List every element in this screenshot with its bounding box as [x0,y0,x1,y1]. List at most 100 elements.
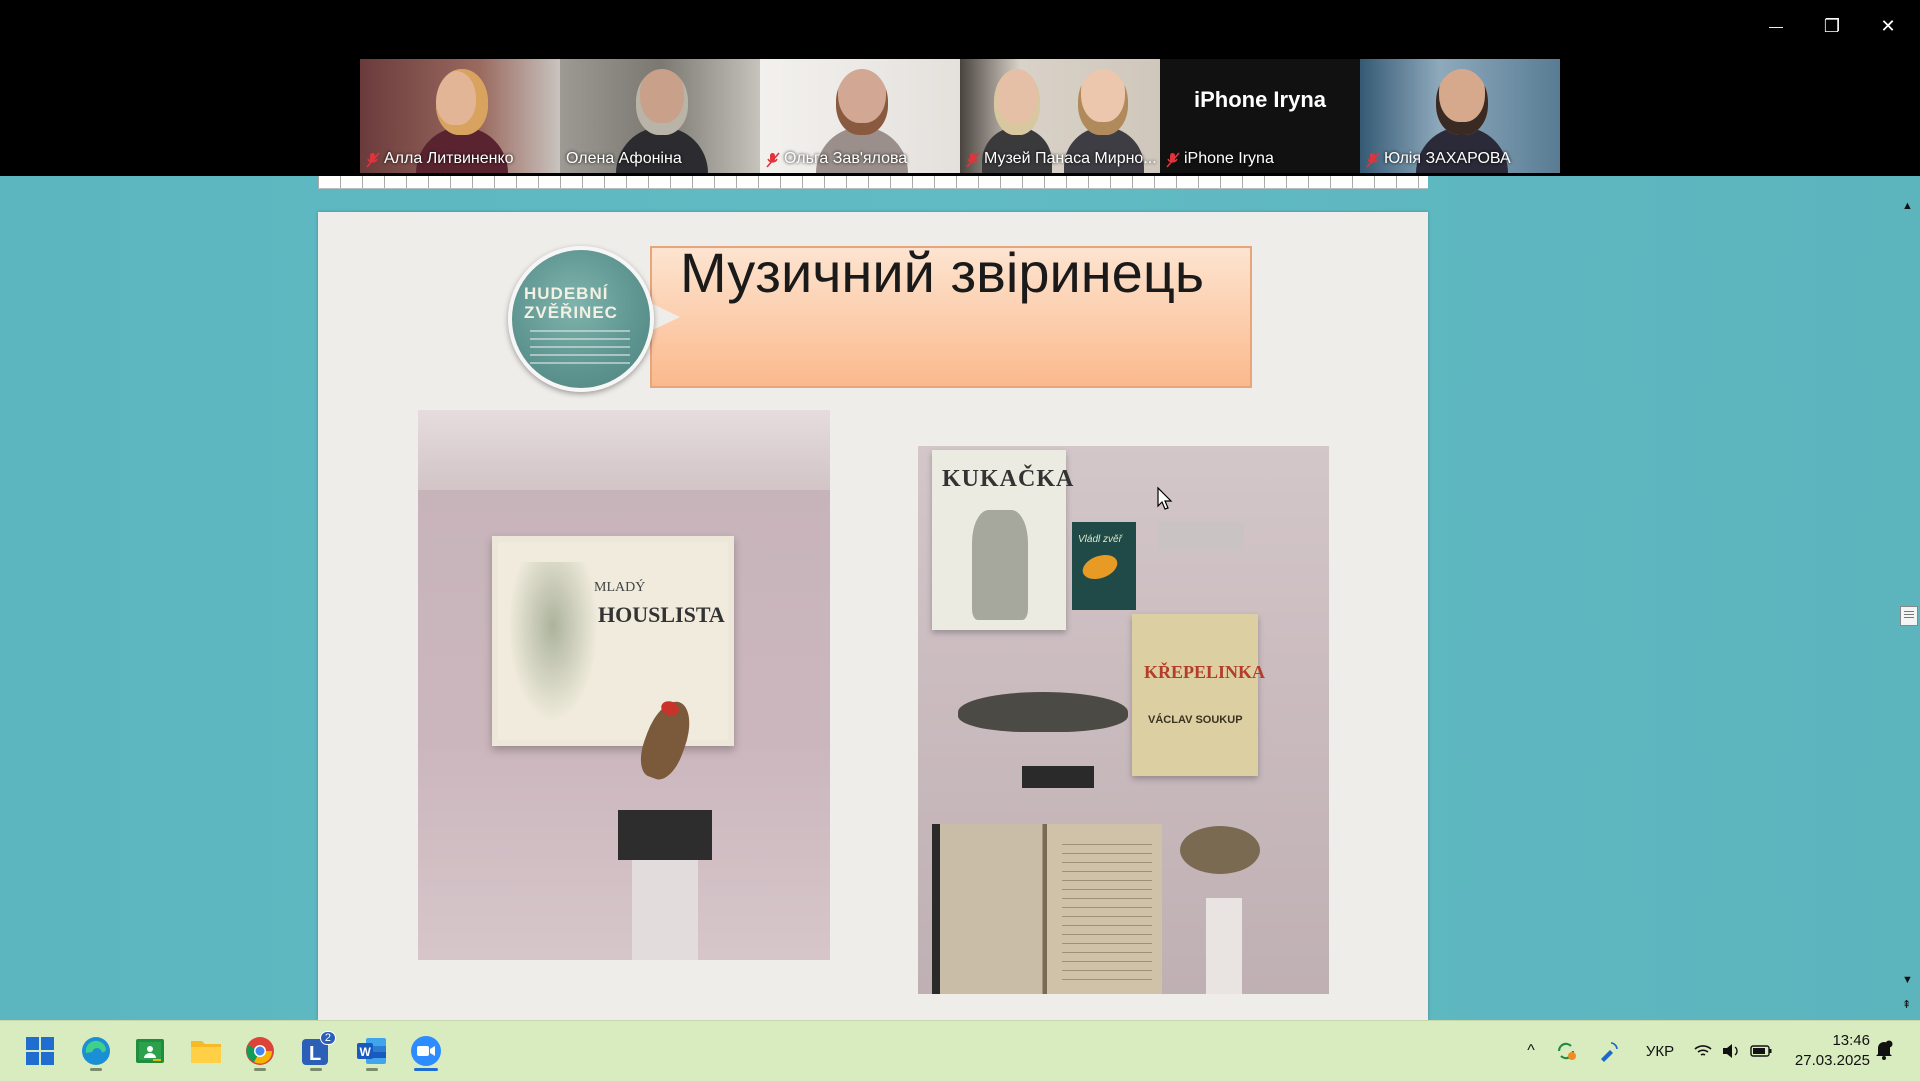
edge-icon [82,1037,110,1065]
cuckoo-specimen [958,692,1128,732]
participant-tile[interactable]: Ольга Зав'ялова [760,59,960,173]
participant-tile[interactable]: Юлія ЗАХАРОВА [1360,59,1560,173]
participant-name: Алла Литвиненко [384,150,514,167]
participant-gallery: Алла Литвиненко Олена Афоніна Ольга Зав'… [360,59,1560,173]
kukacka-poster: KUKAČKA [932,450,1073,630]
chrome-icon [246,1037,274,1065]
participant-face [436,69,488,135]
specimen-stand [1022,766,1094,788]
clock-time: 13:46 [1832,1032,1870,1049]
clock-date: 27.03.2025 [1794,1052,1870,1069]
taskbar-chrome[interactable] [238,1029,282,1073]
participant-name: Юлія ЗАХАРОВА [1384,150,1511,167]
krepelinka-poster: KŘEPELINKA VÁCLAV SOUKUP [1132,614,1265,776]
battery-icon[interactable] [1746,1045,1776,1057]
scroll-down-arrow-icon[interactable]: ▼ [1902,974,1913,986]
input-language-indicator[interactable]: УКР [1630,1043,1690,1060]
slide-title: Музичний звіринець [680,241,1205,304]
participant-name: Музей Панаса Мирно... [984,150,1157,167]
participant-name-label: iPhone Iryna [1166,150,1274,168]
participant-face [636,69,688,135]
muted-mic-icon [966,152,980,168]
specimen-pedestal [1206,898,1242,994]
taskbar-edge[interactable] [74,1029,118,1073]
participant-tile[interactable]: Алла Литвиненко [360,59,560,173]
display-plinth [618,810,712,860]
scroll-up-arrow-icon[interactable]: ▲ [1902,200,1913,212]
horizontal-ruler[interactable] [318,176,1428,189]
taskbar-zoom[interactable] [404,1029,448,1073]
classroom-icon [136,1039,164,1063]
svg-text:L: L [309,1043,321,1065]
restore-button[interactable]: ❐ [1804,8,1860,44]
scroll-split-icon[interactable]: ⇞ [1902,998,1911,1011]
book-cover-logo: HUDEBNÍ ZVĚŘINEC [508,246,654,392]
start-button[interactable] [18,1029,62,1073]
show-hidden-icons-chevron-up-icon[interactable]: ^ [1518,1042,1544,1060]
folder-icon [191,1041,221,1063]
participant-name: Олена Афоніна [566,150,682,167]
word-icon: W [357,1038,386,1064]
minimize-icon: — [1769,18,1783,34]
logo-text-line2: ZVĚŘINEC [524,303,618,322]
participant-tile-active-speaker[interactable]: Олена Афоніна [560,59,760,173]
participant-face [1078,69,1128,135]
participant-display-name: iPhone Iryna [1193,87,1327,112]
participant-name: Ольга Зав'ялова [784,150,908,167]
muted-mic-icon [1166,152,1180,168]
book-cover: Vládl zvěř [1072,522,1136,610]
sync-icon[interactable] [1544,1040,1588,1062]
muted-mic-icon [1366,152,1380,168]
poster-title: KŘEPELINKA [1144,662,1266,682]
participant-name-label: Ольга Зав'ялова [766,150,907,168]
open-manuscript [932,824,1162,994]
minimize-button[interactable]: — [1748,8,1804,44]
svg-text:W: W [360,1045,372,1059]
taskbar-file-explorer[interactable] [184,1029,228,1073]
volume-icon[interactable] [1716,1043,1746,1059]
muted-mic-icon [766,152,780,168]
participant-tile[interactable]: iPhone Iryna iPhone Iryna [1160,59,1360,173]
participant-name-label: Олена Афоніна [566,150,682,168]
taskbar-word[interactable]: W [350,1029,394,1073]
poster-title: KUKAČKA [942,466,1075,492]
windows-logo-icon [26,1037,54,1065]
book-title: Vládl zvěř [1078,534,1122,545]
close-button[interactable]: ✕ [1860,8,1916,44]
move-cursor-icon [1154,486,1176,519]
zoom-icon [411,1036,441,1066]
restore-icon: ❐ [1823,15,1841,36]
taskbar-classroom[interactable] [128,1029,172,1073]
notification-bell-icon[interactable] [1874,1039,1894,1066]
participant-name: iPhone Iryna [1184,150,1274,167]
system-tray: ^ УКР [1518,1021,1776,1081]
display-case-ceiling [418,410,830,490]
participant-name-label: Алла Литвиненко [366,150,514,168]
muted-mic-icon [366,152,380,168]
scroll-thumb[interactable] [1900,606,1918,626]
poster-title: HOUSLISTA [598,602,725,627]
exhibit-photo-goldfinch: MLADÝ HOUSLISTA [418,410,830,960]
poster-figure [972,510,1028,620]
zoom-top-bar: — ❐ ✕ Алла Литвиненко Олена Афоніна Ольг… [0,0,1920,176]
taskbar-clock[interactable]: 13:46 27.03.2025 [1790,1031,1870,1071]
poster-text: MLADÝ [594,580,646,595]
logo-decoration [530,330,630,370]
exhibit-label [1158,522,1244,550]
notification-badge: 2 [319,1031,336,1045]
poster-author: VÁCLAV SOUKUP [1148,714,1243,726]
tree-illustration [508,562,598,722]
exhibit-photo-cuckoo: KUKAČKA Vládl zvěř KŘEPELINKA VÁCLAV SOU… [918,446,1329,994]
participant-face [1436,69,1488,135]
quail-specimen [1180,826,1260,874]
windows-taskbar: L 2 W ^ УКР 13:46 27.03.2025 [0,1020,1920,1081]
logo-text-line1: HUDEBNÍ [524,284,609,303]
participant-name-label: Юлія ЗАХАРОВА [1366,150,1511,168]
vertical-scrollbar[interactable]: ▲ ▼ ⇞ [1896,176,1920,1020]
sheet-music-poster: MLADÝ HOUSLISTA [492,536,734,746]
pen-touch-icon[interactable] [1588,1040,1630,1062]
wifi-icon[interactable] [1690,1043,1716,1059]
book-bird-illustration [1079,550,1121,584]
participant-tile[interactable]: Музей Панаса Мирно... [960,59,1160,173]
taskbar-lms[interactable]: L 2 [294,1029,338,1073]
